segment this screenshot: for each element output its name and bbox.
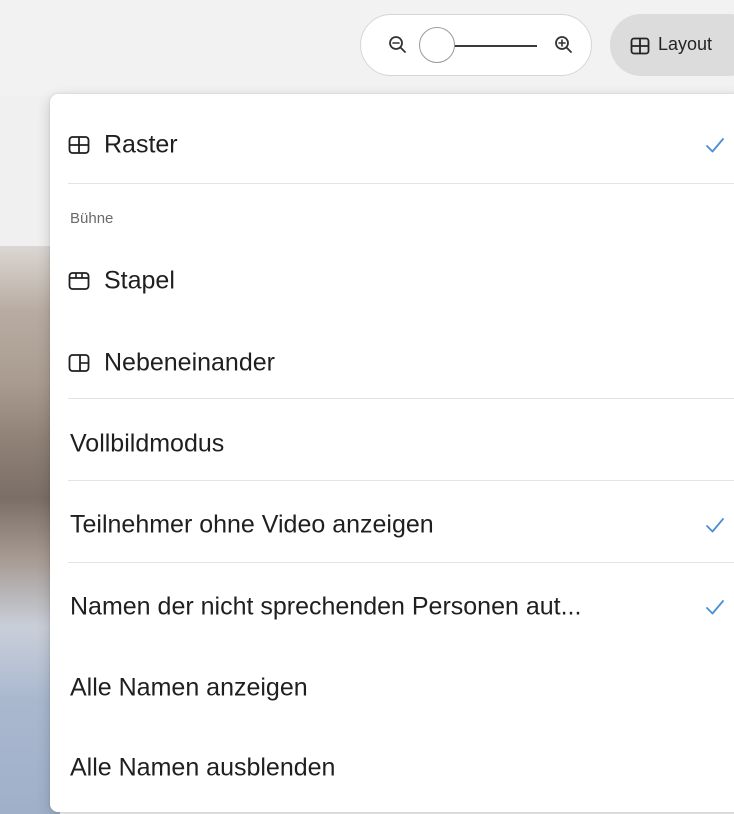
menu-item-nebeneinander[interactable]: Nebeneinander	[50, 328, 734, 398]
menu-divider	[68, 398, 734, 399]
checkmark-icon	[704, 596, 726, 618]
menu-divider	[68, 183, 734, 184]
checkmark-icon	[704, 134, 726, 156]
menu-item-vollbildmodus[interactable]: Vollbildmodus	[50, 409, 734, 479]
menu-item-show-participants-without-video[interactable]: Teilnehmer ohne Video anzeigen	[50, 490, 734, 560]
menu-item-show-all-names[interactable]: Alle Namen anzeigen	[50, 653, 734, 723]
menu-item-label: Alle Namen anzeigen	[70, 673, 308, 702]
zoom-out-icon[interactable]	[385, 32, 411, 58]
stack-icon	[68, 270, 90, 292]
zoom-control	[360, 14, 592, 76]
menu-item-hide-all-names[interactable]: Alle Namen ausblenden	[50, 733, 734, 803]
menu-item-label: Stapel	[104, 266, 175, 295]
section-label-stage: Bühne	[70, 210, 114, 227]
menu-divider	[68, 562, 734, 563]
zoom-in-icon[interactable]	[551, 32, 577, 58]
menu-divider	[68, 480, 734, 481]
grid-icon	[630, 36, 650, 61]
menu-item-names-non-speaking[interactable]: Namen der nicht sprechenden Personen aut…	[50, 572, 734, 642]
menu-item-label: Raster	[104, 130, 178, 159]
menu-item-label: Vollbildmodus	[70, 429, 225, 458]
grid-icon	[68, 134, 90, 156]
menu-item-raster[interactable]: Raster	[50, 110, 734, 180]
menu-item-label: Teilnehmer ohne Video anzeigen	[70, 510, 434, 539]
menu-item-stapel[interactable]: Stapel	[50, 246, 734, 316]
menu-item-label: Alle Namen ausblenden	[70, 753, 336, 782]
checkmark-icon	[704, 514, 726, 536]
zoom-slider-thumb[interactable]	[419, 27, 455, 63]
side-by-side-icon	[68, 352, 90, 374]
layout-menu: Raster Bühne Stapel Nebeneinander Vollbi…	[50, 94, 734, 812]
menu-item-label: Nebeneinander	[104, 348, 275, 377]
layout-button-label: Layout	[658, 34, 713, 54]
layout-button[interactable]: Layout	[610, 14, 734, 76]
menu-item-label: Namen der nicht sprechenden Personen aut…	[70, 592, 582, 621]
